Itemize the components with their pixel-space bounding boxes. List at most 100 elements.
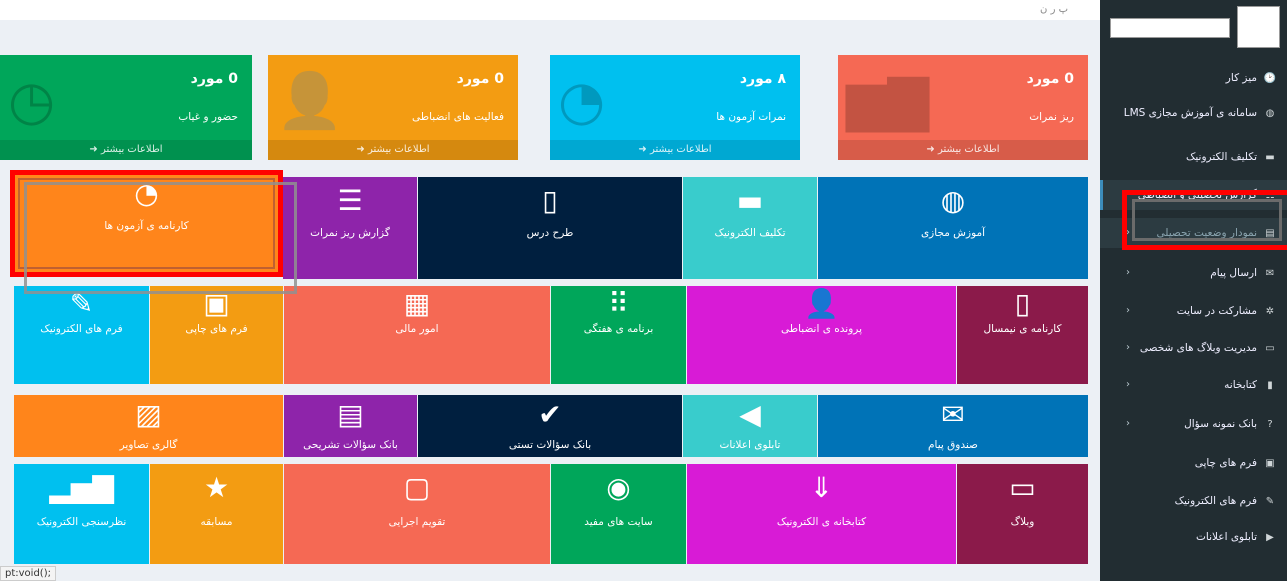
- tile-grid[interactable]: ⠿ برنامه ی هفتگی: [551, 286, 686, 384]
- tile-globe[interactable]: ◍ آموزش مجازی: [818, 177, 1088, 279]
- sidebar-item[interactable]: ▭ مدیریت وبلاگ های شخصی ‹: [1100, 333, 1287, 363]
- tile-edit[interactable]: ✎ فرم های الکترونیک: [14, 286, 149, 384]
- tile-label: کارنامه ی نیمسال: [983, 323, 1062, 335]
- sidebar-item[interactable]: ? بانک نمونه سؤال ‹: [1100, 409, 1287, 439]
- sidebar-item[interactable]: ◍ سامانه ی آموزش مجازی LMS: [1100, 98, 1287, 128]
- sidebar-item[interactable]: ✎ فرم های الکترونیک: [1100, 486, 1287, 516]
- dashboard-icon: 🕑: [1263, 72, 1277, 84]
- tile-label: طرح درس: [526, 227, 574, 239]
- tile-label: بانک سؤالات تشریحی: [303, 439, 398, 451]
- more-info-label: اطلاعات بیشتر: [367, 144, 430, 155]
- sidebar-item[interactable]: ▣ فرم های چاپی: [1100, 448, 1287, 478]
- lightbulb-icon: ◉: [606, 471, 631, 504]
- stat-box: ◷ 0 مورد حضور و غیاب اطلاعات بیشتر ➜: [0, 55, 252, 160]
- tile-envelope[interactable]: ✉ صندوق پیام: [818, 395, 1088, 457]
- tile-label: تقویم اجرایی: [388, 516, 446, 528]
- stat-count: 0 مورد: [1026, 71, 1074, 87]
- tile-label: تابلوی اعلانات: [719, 439, 781, 451]
- more-info-link[interactable]: اطلاعات بیشتر ➜: [550, 140, 800, 160]
- more-info-label: اطلاعات بیشتر: [937, 144, 1000, 155]
- top-navbar: پ ر ن: [0, 0, 1100, 20]
- highlight-inner-box: [1132, 199, 1282, 241]
- tile-label: گزارش ریز نمرات: [310, 227, 390, 239]
- tile-print[interactable]: ▣ فرم های چاپی: [150, 286, 283, 384]
- question-icon: ?: [1267, 418, 1273, 430]
- stat-count: 0 مورد: [190, 71, 238, 87]
- tile-lightbulb[interactable]: ◉ سایت های مفید: [551, 464, 686, 564]
- sidebar-item-label: مشارکت در سایت: [1176, 305, 1257, 317]
- file-icon: ▯: [1014, 287, 1031, 320]
- list-icon: ☰: [337, 184, 363, 217]
- sidebar-item[interactable]: ▬ تکلیف الکترونیک: [1100, 142, 1287, 172]
- tile-label: مسابقه: [200, 516, 233, 528]
- tile-bar-chart[interactable]: ▂▅▇ نظرسنجی الکترونیک: [14, 464, 149, 564]
- sidebar-item[interactable]: ✉ ارسال پیام ‹: [1100, 258, 1287, 288]
- edit-icon: ✎: [1265, 495, 1275, 507]
- bar-chart-icon: ▂▅▇: [49, 471, 114, 504]
- tile-label: آموزش مجازی: [920, 227, 986, 239]
- sidebar-item-label: کتابخانه: [1224, 379, 1257, 391]
- clock-icon: ◔: [558, 69, 606, 132]
- more-info-link[interactable]: اطلاعات بیشتر ➜: [0, 140, 252, 160]
- sidebar: 🕑 میز کار ◍ سامانه ی آموزش مجازی LMS ▬ تکلیف …: [1100, 0, 1287, 581]
- tile-briefcase[interactable]: ▬ تکلیف الکترونیک: [683, 177, 817, 279]
- breadcrumb: پ ر ن: [1040, 4, 1068, 15]
- more-info-label: اطلاعات بیشتر: [100, 144, 163, 155]
- stat-box: ◔ ۸ مورد نمرات آزمون ها اطلاعات بیشتر ➜: [550, 55, 800, 160]
- sidebar-item-label: مدیریت وبلاگ های شخصی: [1139, 342, 1257, 354]
- bar-chart-icon: ▆▇: [846, 69, 930, 132]
- avatar[interactable]: [1237, 6, 1280, 48]
- tile-label: سایت های مفید: [584, 516, 653, 528]
- drag-ghost-box: [24, 182, 297, 294]
- star-icon: ★: [203, 471, 230, 504]
- tile-bullhorn[interactable]: ◀ تابلوی اعلانات: [683, 395, 817, 457]
- stat-label: فعالیت های انضباطی: [411, 111, 504, 123]
- desktop-icon: ▭: [1265, 342, 1275, 354]
- stat-label: ریز نمرات: [1029, 111, 1074, 123]
- tile-laptop[interactable]: ▭ وبلاگ: [957, 464, 1088, 564]
- bullhorn-icon: ◀: [739, 398, 761, 431]
- clock-icon: ◷: [8, 69, 56, 132]
- tile-book[interactable]: ▯ طرح درس: [418, 177, 682, 279]
- tile-document[interactable]: ▤ بانک سؤالات تشریحی: [284, 395, 417, 457]
- calculator-icon: ▦: [403, 287, 431, 320]
- sidebar-item-label: تکلیف الکترونیک: [1185, 151, 1257, 163]
- tile-calculator[interactable]: ▦ امور مالی: [284, 286, 550, 384]
- stat-box: 👤 0 مورد فعالیت های انضباطی اطلاعات بیشتر ➜: [268, 55, 518, 160]
- tile-user-plus[interactable]: 👤 پرونده ی انضباطی: [687, 286, 956, 384]
- tile-label: وبلاگ: [1010, 516, 1035, 528]
- tile-label: پرونده ی انضباطی: [780, 323, 863, 335]
- more-info-link[interactable]: اطلاعات بیشتر ➜: [268, 140, 518, 160]
- tile-label: کتابخانه ی الکترونیک: [776, 516, 867, 528]
- sidebar-search-input[interactable]: [1110, 18, 1230, 38]
- envelope-icon: ✉: [941, 398, 965, 431]
- sidebar-item[interactable]: ▶ تابلوی اعلانات: [1100, 522, 1287, 552]
- tile-star[interactable]: ★ مسابقه: [150, 464, 283, 564]
- sidebar-item[interactable]: ▮ کتابخانه ‹: [1100, 370, 1287, 400]
- user-plus-icon: 👤: [804, 287, 839, 320]
- tile-label: فرم های الکترونیک: [40, 323, 123, 335]
- bullhorn-icon: ▶: [1266, 531, 1274, 543]
- tile-download[interactable]: ⇓ کتابخانه ی الکترونیک: [687, 464, 956, 564]
- envelope-icon: ✉: [1265, 267, 1275, 279]
- grid-icon: ⠿: [608, 287, 629, 320]
- tile-file[interactable]: ▯ کارنامه ی نیمسال: [957, 286, 1088, 384]
- tile-label: گالری تصاویر: [119, 439, 178, 451]
- stat-count: ۸ مورد: [739, 71, 786, 87]
- check-circle-icon: ✔: [538, 398, 562, 431]
- sidebar-item-label: ارسال پیام: [1210, 267, 1257, 279]
- briefcase-icon: ▬: [736, 184, 764, 217]
- sidebar-item[interactable]: ✲ مشارکت در سایت ‹: [1100, 296, 1287, 326]
- chevron-left-icon: ‹: [1126, 418, 1130, 429]
- tile-check-circle[interactable]: ✔ بانک سؤالات تستی: [418, 395, 682, 457]
- stat-box: ▆▇ 0 مورد ریز نمرات اطلاعات بیشتر ➜: [838, 55, 1088, 160]
- tile-image[interactable]: ▨ گالری تصاویر: [14, 395, 283, 457]
- book-icon: ▮: [1267, 379, 1273, 391]
- more-info-link[interactable]: اطلاعات بیشتر ➜: [838, 140, 1088, 160]
- tile-label: امور مالی: [395, 323, 439, 335]
- gear-icon: ✲: [1265, 305, 1275, 317]
- chevron-left-icon: ‹: [1126, 267, 1130, 278]
- tile-list[interactable]: ☰ گزارش ریز نمرات: [283, 177, 417, 279]
- sidebar-item[interactable]: 🕑 میز کار: [1100, 63, 1287, 93]
- tile-calendar[interactable]: ▢ تقویم اجرایی: [284, 464, 550, 564]
